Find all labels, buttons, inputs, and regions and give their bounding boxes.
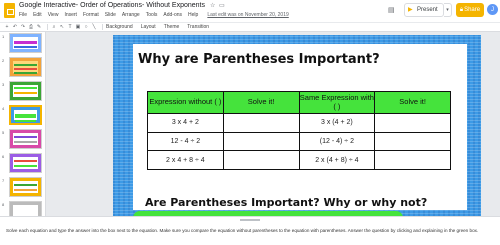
toolbar-divider — [102, 24, 103, 30]
toolbar: + ↶ ↷ ⎙ ✎ ⌕ ↖ T ▣ ○ ╲ Background Layout … — [0, 22, 500, 32]
column-header: Solve it! — [374, 91, 451, 114]
slide-title[interactable]: Why are Parentheses Important? — [138, 52, 380, 67]
menu-addons[interactable]: Add-ons — [163, 12, 182, 18]
table-row: 12 - 4 ÷ 2 (12 - 4) ÷ 2 — [147, 131, 451, 152]
table-header-row: Expression without ( ) Solve it! Same Ex… — [147, 91, 451, 114]
thumbnail-image — [9, 33, 42, 53]
operations-table: Expression without ( ) Solve it! Same Ex… — [147, 91, 451, 171]
background-button[interactable]: Background — [106, 24, 133, 30]
column-header: Solve it! — [222, 91, 300, 114]
select-icon[interactable]: ↖ — [59, 24, 65, 30]
thumbnail-image — [9, 57, 42, 77]
menu-edit[interactable]: Edit — [33, 12, 42, 18]
transition-button[interactable]: Transition — [187, 24, 209, 30]
question-heading: Are Parentheses Important? Why or why no… — [145, 196, 428, 209]
answer-input-cell[interactable] — [222, 113, 300, 133]
notes-resize-handle[interactable] — [240, 219, 260, 221]
share-button[interactable]: 🔒︎ Share — [456, 3, 484, 17]
expression-with-parentheses-cell: 3 x (4 + 2) — [298, 113, 376, 133]
menu-insert[interactable]: Insert — [64, 12, 77, 18]
menu-slide[interactable]: Slide — [105, 12, 116, 18]
lock-icon: 🔒︎ — [459, 6, 464, 13]
slide-number: 6 — [2, 154, 5, 159]
menu-arrange[interactable]: Arrange — [122, 12, 140, 18]
slide-thumbnail[interactable]: 2 — [0, 56, 45, 78]
thumbnail-image — [9, 153, 42, 173]
slide-thumbnail-selected[interactable]: 4 — [0, 104, 45, 126]
slides-logo-icon[interactable] — [4, 3, 15, 18]
menu-view[interactable]: View — [48, 12, 59, 18]
top-bar: Google Interactive- Order of Operations-… — [0, 0, 500, 22]
menu-file[interactable]: File — [19, 12, 27, 18]
expression-cell: 3 x 4 + 2 — [147, 113, 224, 133]
image-icon[interactable]: ▣ — [75, 24, 81, 30]
slide-number: 4 — [2, 106, 5, 111]
thumbnail-image — [9, 129, 42, 149]
menu-bar: File Edit View Insert Format Slide Arran… — [19, 12, 289, 18]
answer-input-cell[interactable] — [374, 113, 451, 133]
slide-filmstrip: 1 2 3 4 5 6 7 8 — [0, 32, 46, 216]
avatar[interactable]: J — [487, 4, 498, 15]
toolbar-divider — [47, 24, 48, 30]
print-icon[interactable]: ⎙ — [28, 24, 34, 30]
shape-icon[interactable]: ○ — [83, 24, 89, 30]
expression-with-parentheses-cell: (12 - 4) ÷ 2 — [298, 131, 376, 152]
present-button[interactable]: Present — [404, 3, 444, 17]
slide-thumbnail[interactable]: 8 — [0, 200, 45, 216]
document-title[interactable]: Google Interactive- Order of Operations-… — [19, 2, 205, 9]
slide-thumbnail[interactable]: 1 — [0, 32, 45, 54]
answer-input-cell[interactable] — [374, 131, 451, 152]
answer-input-cell[interactable] — [222, 150, 300, 171]
expression-cell: 12 - 4 ÷ 2 — [147, 131, 224, 152]
slide[interactable]: Why are Parentheses Important? Expressio… — [113, 35, 481, 241]
star-icon[interactable]: ☆ — [210, 2, 215, 9]
slide-content-panel: Why are Parentheses Important? Expressio… — [133, 44, 467, 210]
speaker-notes[interactable]: Solve each equation and type the answer … — [0, 216, 500, 245]
expression-cell: 2 x 4 + 8 ÷ 4 — [147, 150, 224, 171]
menu-tools[interactable]: Tools — [146, 12, 158, 18]
layout-button[interactable]: Layout — [141, 24, 156, 30]
folder-icon[interactable]: ▭ — [219, 2, 225, 9]
slide-number: 3 — [2, 82, 5, 87]
answer-input-cell[interactable] — [374, 150, 451, 171]
slide-thumbnail[interactable]: 3 — [0, 80, 45, 102]
answer-input-cell[interactable] — [222, 131, 300, 152]
comments-icon[interactable]: ▤ — [388, 6, 395, 14]
table-row: 2 x 4 + 8 ÷ 4 2 x (4 + 8) ÷ 4 — [147, 150, 451, 171]
slide-thumbnail[interactable]: 6 — [0, 152, 45, 174]
slide-number: 5 — [2, 130, 5, 135]
speaker-notes-text[interactable]: Solve each equation and type the answer … — [6, 228, 494, 235]
menu-help[interactable]: Help — [188, 12, 198, 18]
present-options-chevron-icon[interactable]: ▾ — [444, 3, 452, 17]
add-slide-icon[interactable]: + — [4, 24, 10, 30]
menu-format[interactable]: Format — [83, 12, 99, 18]
thumbnail-image — [9, 105, 42, 125]
slide-canvas: Why are Parentheses Important? Expressio… — [46, 32, 500, 241]
thumbnail-image — [9, 81, 42, 101]
undo-icon[interactable]: ↶ — [12, 24, 18, 30]
thumbnail-image — [9, 177, 42, 197]
slide-number: 1 — [2, 34, 5, 39]
slide-number: 7 — [2, 178, 5, 183]
paint-format-icon[interactable]: ✎ — [36, 24, 42, 30]
slide-thumbnail[interactable]: 5 — [0, 128, 45, 150]
line-icon[interactable]: ╲ — [91, 24, 97, 30]
slide-number: 8 — [2, 202, 5, 207]
slide-number: 2 — [2, 58, 5, 63]
expression-with-parentheses-cell: 2 x (4 + 8) ÷ 4 — [298, 150, 376, 171]
last-edit-link[interactable]: Last edit was on November 20, 2019 — [207, 12, 288, 18]
redo-icon[interactable]: ↷ — [20, 24, 26, 30]
zoom-icon[interactable]: ⌕ — [51, 24, 57, 30]
theme-button[interactable]: Theme — [164, 24, 180, 30]
text-box-icon[interactable]: T — [67, 24, 73, 30]
column-header: Expression without ( ) — [147, 91, 224, 114]
slide-thumbnail[interactable]: 7 — [0, 176, 45, 198]
column-header: Same Expression with ( ) — [298, 91, 376, 114]
thumbnail-image — [9, 201, 42, 216]
table-row: 3 x 4 + 2 3 x (4 + 2) — [147, 113, 451, 133]
share-label: Share — [464, 7, 481, 13]
